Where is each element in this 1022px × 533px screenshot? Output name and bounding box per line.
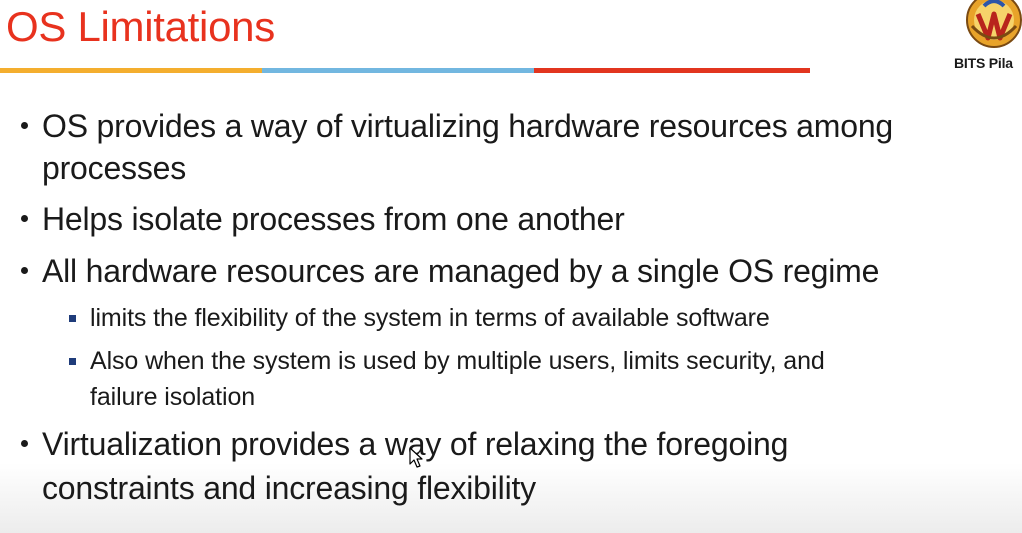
sub-bullet-text: limits the flexibility of the system in …: [90, 304, 770, 332]
bullet-text: Helps isolate processes from one another: [42, 201, 625, 237]
bullet-item: All hardware resources are managed by a …: [0, 251, 1022, 291]
bullet-dot: [21, 215, 28, 222]
sub-bullet-text: failure isolation: [90, 383, 256, 411]
bullet-item: Virtualization provides a way of relaxin…: [0, 424, 1022, 508]
sub-bullet-item: Also when the system is used by multiple…: [0, 344, 1022, 414]
bullet-text: OS provides a way of virtualizing hardwa…: [42, 108, 894, 144]
bullet-text: All hardware resources are managed by a …: [42, 253, 880, 289]
bullet-dot: [21, 267, 28, 274]
bullet-item: OS provides a way of virtualizing hardwa…: [0, 106, 1022, 186]
bullet-dot: [21, 122, 28, 129]
bullet-dot: [21, 440, 28, 447]
square-bullet: [69, 315, 76, 322]
mouse-pointer-icon: [409, 447, 423, 468]
square-bullet: [69, 358, 76, 365]
bullet-text: constraints and increasing flexibility: [42, 470, 536, 506]
bullet-text: processes: [42, 150, 187, 186]
bullet-item: Helps isolate processes from one another: [0, 199, 1022, 239]
slide-body: OS provides a way of virtualizing hardwa…: [0, 0, 1022, 533]
sub-bullet-text: Also when the system is used by multiple…: [90, 347, 825, 375]
sub-bullet-item: limits the flexibility of the system in …: [0, 301, 1022, 335]
